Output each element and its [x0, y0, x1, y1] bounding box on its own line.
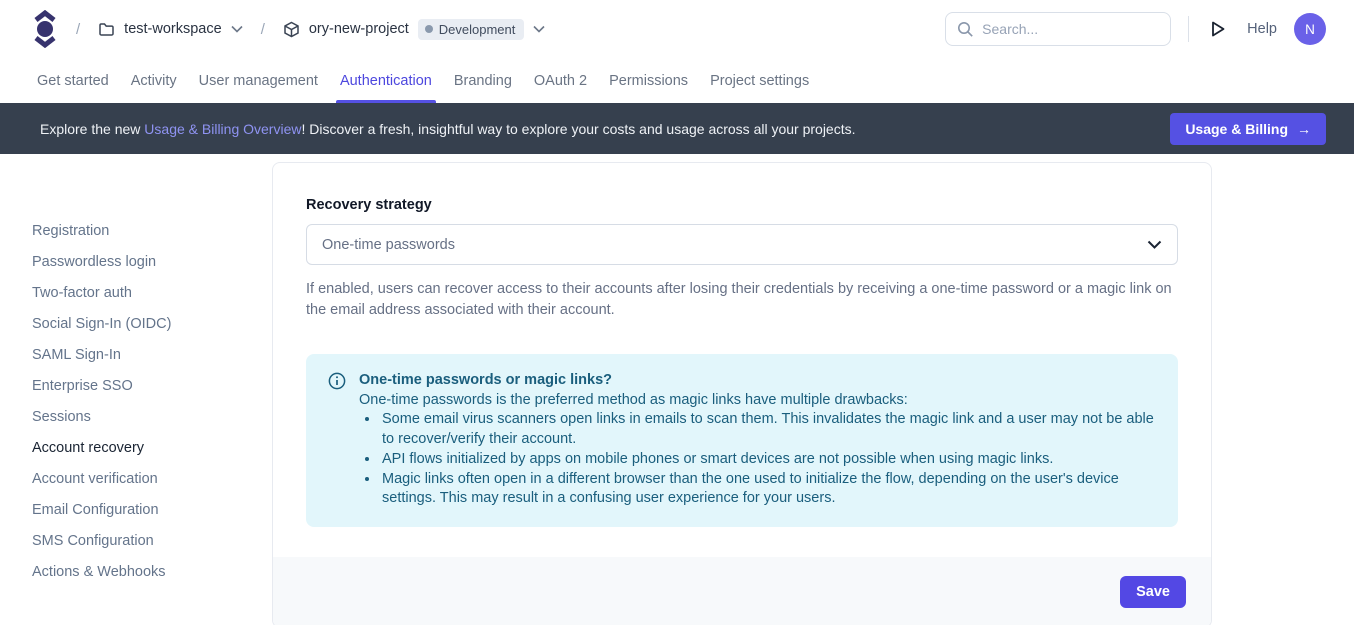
arrow-right-icon: →	[1297, 121, 1311, 137]
cube-icon	[283, 21, 300, 38]
tab-activity[interactable]: Activity	[130, 58, 178, 103]
sidebar-item-saml-sign-in[interactable]: SAML Sign-In	[32, 345, 272, 365]
search-icon	[957, 21, 974, 38]
info-icon	[328, 372, 346, 509]
tab-branding[interactable]: Branding	[453, 58, 513, 103]
chevron-down-icon	[231, 25, 243, 33]
workspace-selector[interactable]: test-workspace	[98, 21, 243, 38]
recovery-strategy-select[interactable]: One-time passwords	[306, 224, 1178, 265]
info-box-content: One-time passwords or magic links? One-t…	[359, 371, 1154, 509]
save-button[interactable]: Save	[1120, 576, 1186, 608]
content-area: Registration Passwordless login Two-fact…	[0, 154, 1354, 625]
tab-authentication[interactable]: Authentication	[339, 58, 433, 103]
project-selector[interactable]: ory-new-project Development	[283, 19, 546, 40]
info-box: One-time passwords or magic links? One-t…	[306, 354, 1178, 527]
environment-label: Development	[439, 22, 516, 37]
sidebar-item-passwordless-login[interactable]: Passwordless login	[32, 252, 272, 272]
tab-get-started[interactable]: Get started	[36, 58, 110, 103]
usage-billing-overview-link[interactable]: Usage & Billing Overview	[144, 121, 301, 137]
chevron-down-icon	[533, 25, 545, 33]
play-button[interactable]	[1206, 20, 1230, 38]
ory-logo[interactable]	[32, 10, 58, 48]
folder-icon	[98, 21, 115, 38]
info-box-title: One-time passwords or magic links?	[359, 371, 1154, 391]
usage-billing-button[interactable]: Usage & Billing →	[1170, 113, 1326, 145]
search-box[interactable]	[945, 12, 1171, 46]
project-name: ory-new-project	[309, 21, 409, 37]
info-box-bullet-list: Some email virus scanners open links in …	[359, 410, 1154, 509]
avatar[interactable]: N	[1294, 13, 1326, 45]
sidebar-item-social-sign-in-oidc[interactable]: Social Sign-In (OIDC)	[32, 314, 272, 334]
account-recovery-card: Recovery strategy One-time passwords If …	[272, 162, 1212, 625]
recovery-strategy-selected-value: One-time passwords	[322, 237, 455, 253]
header-divider	[1188, 16, 1189, 42]
tab-oauth2[interactable]: OAuth 2	[533, 58, 588, 103]
search-input[interactable]	[982, 21, 1159, 37]
ory-logo-icon	[32, 10, 58, 48]
sidebar-item-registration[interactable]: Registration	[32, 221, 272, 241]
help-link[interactable]: Help	[1247, 21, 1277, 37]
chevron-down-icon	[1147, 240, 1162, 249]
sidebar-item-two-factor-auth[interactable]: Two-factor auth	[32, 283, 272, 303]
sidebar-item-sessions[interactable]: Sessions	[32, 407, 272, 427]
top-header: / test-workspace / ory-new-project Devel	[0, 0, 1354, 58]
info-box-intro: One-time passwords is the preferred meth…	[359, 391, 1154, 411]
recovery-strategy-description: If enabled, users can recover access to …	[306, 279, 1178, 320]
sidebar-item-actions-webhooks[interactable]: Actions & Webhooks	[32, 562, 272, 582]
play-icon	[1210, 20, 1226, 38]
info-box-bullet: Magic links often open in a different br…	[380, 470, 1154, 509]
settings-sidebar: Registration Passwordless login Two-fact…	[0, 154, 272, 593]
recovery-strategy-label: Recovery strategy	[306, 197, 1178, 213]
info-box-bullet: Some email virus scanners open links in …	[380, 410, 1154, 449]
sidebar-item-email-configuration[interactable]: Email Configuration	[32, 500, 272, 520]
sidebar-item-enterprise-sso[interactable]: Enterprise SSO	[32, 376, 272, 396]
primary-tabs: Get started Activity User management Aut…	[0, 58, 1354, 103]
banner-text: Explore the new Usage & Billing Overview…	[40, 121, 856, 137]
info-box-bullet: API flows initialized by apps on mobile …	[380, 450, 1154, 470]
tab-user-management[interactable]: User management	[198, 58, 319, 103]
card-footer: Save	[273, 557, 1211, 625]
sidebar-item-account-recovery[interactable]: Account recovery	[32, 438, 272, 458]
ory-console-page: / test-workspace / ory-new-project Devel	[0, 0, 1354, 625]
promo-banner: Explore the new Usage & Billing Overview…	[0, 103, 1354, 154]
environment-dot-icon	[425, 25, 433, 33]
breadcrumb-separator: /	[261, 21, 265, 38]
sidebar-item-sms-configuration[interactable]: SMS Configuration	[32, 531, 272, 551]
environment-badge: Development	[418, 19, 525, 40]
card-body: Recovery strategy One-time passwords If …	[273, 163, 1211, 557]
tab-project-settings[interactable]: Project settings	[709, 58, 810, 103]
sidebar-item-account-verification[interactable]: Account verification	[32, 469, 272, 489]
workspace-name: test-workspace	[124, 21, 222, 37]
breadcrumb-separator: /	[76, 21, 80, 38]
tab-permissions[interactable]: Permissions	[608, 58, 689, 103]
